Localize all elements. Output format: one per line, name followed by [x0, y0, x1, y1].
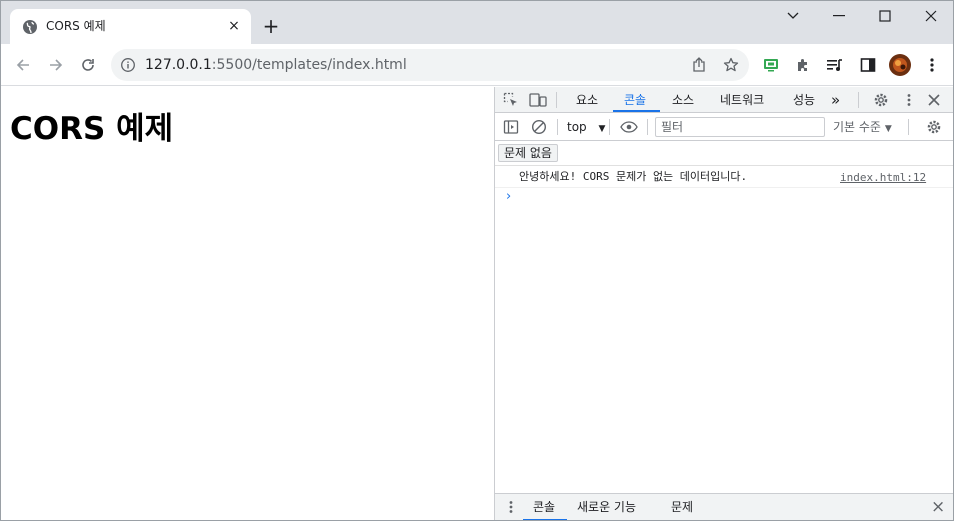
tab-sources[interactable]: 소스 — [672, 87, 694, 113]
forward-button[interactable] — [44, 53, 68, 77]
separator — [647, 119, 648, 135]
drawer-tab-whats-new[interactable]: 새로운 기능 — [577, 494, 636, 520]
share-icon[interactable] — [691, 57, 707, 73]
drawer-close-button[interactable]: × — [931, 494, 945, 520]
browser-window: CORS 예제 × + 127.0.0.1:5500/templates/ind… — [0, 0, 954, 521]
site-info-icon[interactable] — [120, 57, 136, 73]
console-message: 안녕하세요! CORS 문제가 없는 데이터입니다. index.html:12 — [495, 166, 953, 188]
separator — [858, 92, 859, 108]
minimize-button[interactable] — [824, 5, 854, 27]
separator — [609, 119, 610, 135]
puzzle-icon[interactable] — [793, 55, 813, 75]
url-text: 127.0.0.1:5500/templates/index.html — [145, 57, 407, 73]
tab-network[interactable]: 네트워크 — [720, 87, 764, 113]
settings-gear-icon[interactable] — [872, 91, 890, 109]
issues-button[interactable]: 문제 없음 — [498, 144, 558, 162]
close-window-button[interactable] — [916, 5, 946, 27]
drawer-tab-console[interactable]: 콘솔 — [533, 494, 555, 520]
minimize-icon — [833, 15, 845, 17]
forward-arrow-icon — [50, 59, 63, 71]
chevron-down-icon[interactable] — [778, 5, 808, 27]
url-host: 127.0.0.1 — [145, 57, 212, 73]
close-devtools-icon[interactable] — [925, 91, 943, 109]
tab-elements[interactable]: 요소 — [576, 87, 598, 113]
reload-button[interactable] — [76, 53, 100, 77]
clear-console-icon[interactable] — [530, 118, 548, 136]
separator — [908, 119, 909, 135]
active-tab-indicator — [613, 110, 660, 112]
dropdown-arrow-icon: ▼ — [884, 124, 892, 134]
context-value: top — [567, 120, 587, 134]
maximize-icon — [879, 10, 891, 22]
tab-strip: CORS 예제 × + — [1, 1, 953, 44]
tab-close-button[interactable]: × — [226, 18, 242, 34]
dropdown-arrow-icon: ▼ — [598, 124, 606, 134]
device-toolbar-icon[interactable] — [529, 91, 547, 109]
tab-performance[interactable]: 성능 — [793, 87, 815, 113]
profile-avatar[interactable] — [889, 54, 911, 76]
browser-toolbar: 127.0.0.1:5500/templates/index.html — [1, 44, 953, 86]
devtools-drawer: 콘솔 새로운 기능 문제 × — [495, 493, 953, 520]
console-message-text: 안녕하세요! CORS 문제가 없는 데이터입니다. — [519, 170, 748, 183]
log-levels-label: 기본 수준 — [833, 120, 881, 134]
sidebar-toggle-icon[interactable] — [502, 118, 520, 136]
page-heading: CORS 예제 — [10, 111, 174, 147]
url-path: :5500/templates/index.html — [211, 57, 407, 73]
issues-bar: 문제 없음 — [495, 141, 953, 166]
drawer-tab-issues[interactable]: 문제 — [671, 494, 693, 520]
address-bar[interactable]: 127.0.0.1:5500/templates/index.html — [111, 49, 749, 81]
console-message-source-link[interactable]: index.html:12 — [840, 171, 926, 184]
eye-icon[interactable] — [620, 118, 638, 136]
more-tabs-button[interactable]: » — [831, 87, 840, 113]
separator — [556, 92, 557, 108]
side-panel-icon[interactable] — [858, 55, 878, 75]
context-selector[interactable]: top ▼ — [567, 119, 605, 135]
console-prompt[interactable]: › — [506, 190, 511, 204]
page-viewport: CORS 예제 — [1, 87, 494, 520]
inspect-element-icon[interactable] — [502, 91, 520, 109]
maximize-button[interactable] — [870, 5, 900, 27]
devtools-panel: 요소 콘솔 소스 네트워크 성능 » top ▼ 필터 기본 수준 ▼ 문제 없… — [494, 87, 953, 520]
screen-extension-icon[interactable] — [761, 55, 781, 75]
drawer-menu-icon[interactable] — [502, 498, 520, 516]
close-icon — [925, 10, 937, 22]
back-button[interactable] — [11, 53, 35, 77]
tab-title: CORS 예제 — [46, 19, 106, 33]
kebab-menu-icon[interactable] — [922, 55, 942, 75]
separator — [557, 119, 558, 135]
star-icon[interactable] — [723, 57, 739, 73]
browser-tab[interactable]: CORS 예제 × — [10, 9, 251, 44]
new-tab-button[interactable]: + — [261, 16, 281, 36]
globe-icon — [22, 19, 38, 35]
console-settings-icon[interactable] — [925, 118, 943, 136]
log-levels-dropdown[interactable]: 기본 수준 ▼ — [833, 119, 892, 137]
reading-list-icon[interactable] — [825, 55, 845, 75]
back-arrow-icon — [16, 59, 29, 71]
filter-input[interactable]: 필터 — [655, 117, 825, 137]
devtools-tab-bar: 요소 콘솔 소스 네트워크 성능 » — [495, 87, 953, 113]
devtools-menu-icon[interactable] — [900, 91, 918, 109]
reload-icon — [82, 59, 94, 71]
console-toolbar: top ▼ 필터 기본 수준 ▼ — [495, 114, 953, 141]
